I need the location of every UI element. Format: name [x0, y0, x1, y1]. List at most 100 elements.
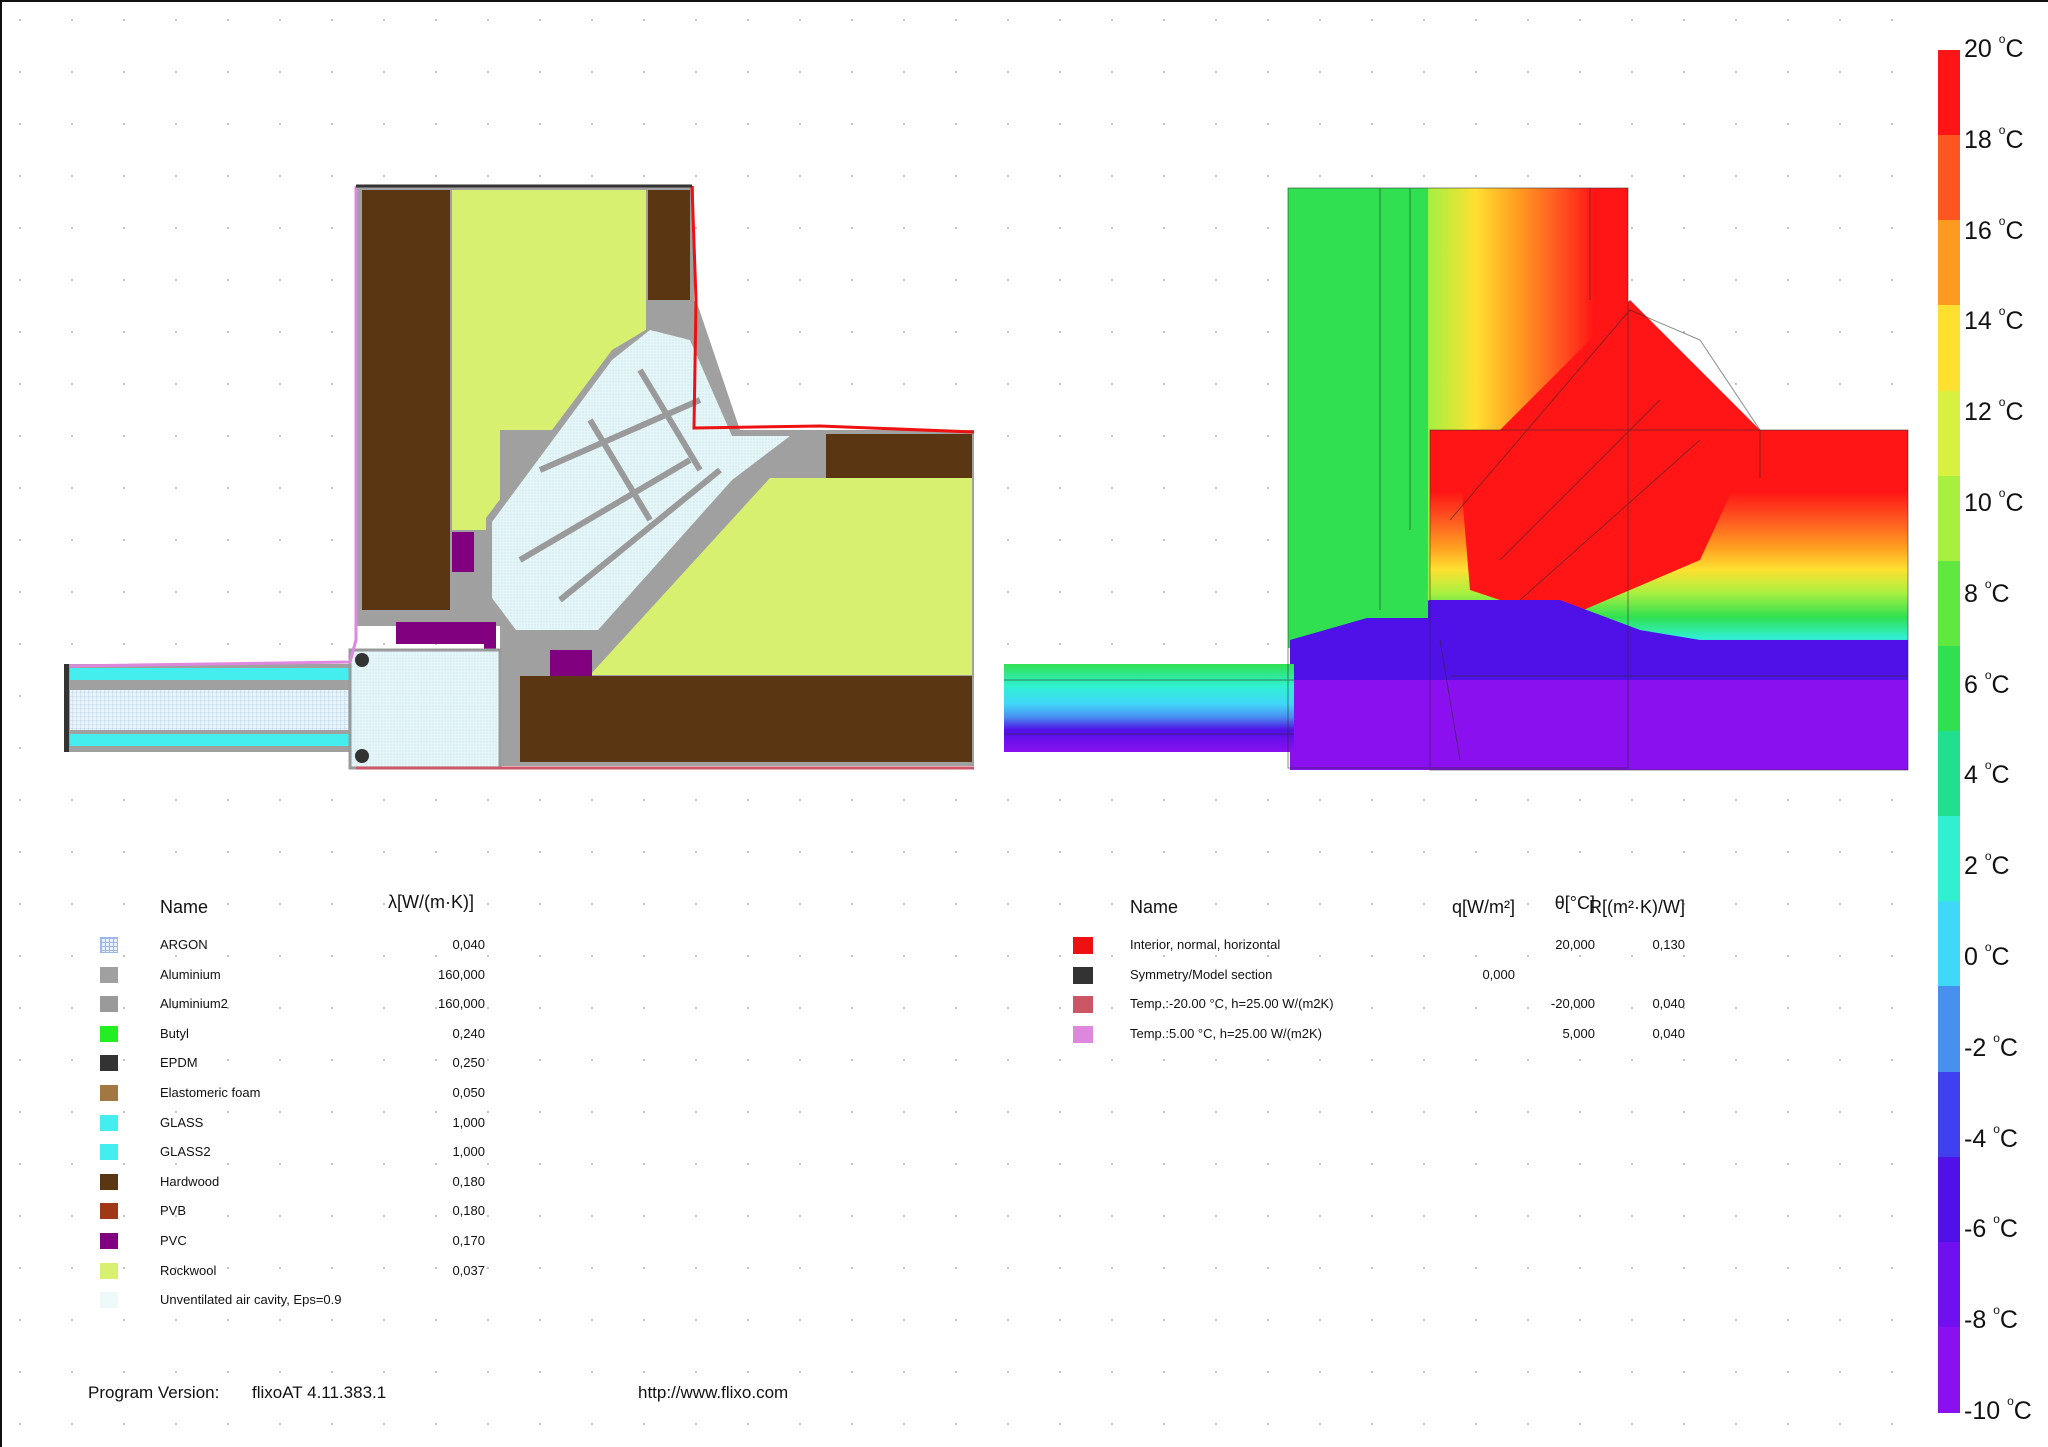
scale-tick-label: 2 oC: [1964, 849, 2010, 881]
bc-theta-value: -20,000: [1550, 996, 1595, 1012]
scale-segment: [1938, 816, 1960, 903]
material-swatch: [100, 1233, 118, 1249]
bc-header-q: q[W/m²]: [1452, 897, 1515, 917]
boundary-condition-row: Interior, normal, horizontal 20,000 0,130: [1065, 935, 1685, 955]
scale-tick-label: -8 oC: [1964, 1303, 2018, 1335]
material-row: Elastomeric foam 0,050: [100, 1083, 500, 1103]
material-lambda: 0,240: [452, 1025, 485, 1041]
material-name: Rockwool: [160, 1262, 217, 1278]
material-row: Butyl 0,240: [100, 1024, 500, 1044]
scale-segment: [1938, 305, 1960, 392]
material-name: ARGON: [160, 937, 208, 952]
scale-tick-label: -10 oC: [1964, 1394, 2032, 1425]
thermal-drawings: [10, 10, 1920, 1440]
material-swatch: [100, 1085, 118, 1101]
bc-theta-value: 20,000: [1555, 937, 1595, 952]
scale-tick-label: -4 oC: [1964, 1121, 2018, 1153]
material-name: Hardwood: [160, 1173, 220, 1189]
material-name: Aluminium: [160, 966, 221, 982]
scale-segment: [1938, 731, 1960, 818]
website-link[interactable]: http://www.flixo.com: [638, 1383, 788, 1403]
scale-tick-label: 14 oC: [1964, 304, 2024, 336]
bc-swatch: [1073, 1025, 1093, 1043]
scale-tick-label: 10 oC: [1964, 486, 2024, 517]
scale-tick-label: 4 oC: [1964, 758, 2010, 790]
bc-swatch: [1073, 966, 1093, 984]
material-row: ARGON 0,040: [100, 935, 500, 955]
material-name: EPDM: [160, 1055, 198, 1071]
material-lambda: 160,000: [438, 996, 485, 1012]
bc-name: Symmetry/Model section: [1130, 966, 1273, 982]
scale-segment: [1938, 645, 1960, 732]
bc-r-value: 0,040: [1652, 1025, 1685, 1041]
material-swatch: [100, 1025, 118, 1042]
material-lambda: 0,037: [452, 1262, 485, 1278]
material-row: Hardwood 0,180: [100, 1172, 500, 1192]
material-row: PVC 0,170: [100, 1231, 500, 1251]
scale-tick-label: 20 oC: [1964, 32, 2024, 63]
material-name: Aluminium2: [160, 996, 228, 1012]
scale-segment: [1938, 475, 1960, 562]
material-name: GLASS: [160, 1114, 204, 1130]
material-row: Rockwool 0,037: [100, 1261, 500, 1281]
material-row: EPDM 0,250: [100, 1053, 500, 1073]
materials-header-lambda: λ[W/(m·K)]: [388, 892, 474, 912]
material-lambda: 0,180: [452, 1173, 485, 1189]
material-swatch: [100, 937, 118, 953]
material-lambda: 1,000: [452, 1144, 485, 1160]
material-name: Unventilated air cavity, Eps=0.9: [160, 1292, 342, 1308]
bc-swatch: [1073, 937, 1093, 954]
scale-tick-label: 0 oC: [1964, 940, 2010, 971]
material-name: Butyl: [160, 1025, 189, 1041]
scale-segment: [1938, 901, 1960, 988]
material-swatch: [100, 966, 118, 983]
materials-header-name: Name: [160, 897, 209, 917]
scale-segment: [1938, 1071, 1960, 1158]
scale-tick-label: 16 oC: [1964, 213, 2024, 245]
scale-segment: [1938, 986, 1960, 1073]
scale-segment: [1938, 50, 1960, 137]
material-swatch: [100, 1055, 118, 1072]
bc-header-name: Name: [1130, 897, 1179, 917]
material-lambda: 0,180: [452, 1203, 485, 1219]
material-lambda: 1,000: [452, 1114, 485, 1130]
material-name: PVB: [160, 1203, 187, 1219]
material-row: Unventilated air cavity, Eps=0.9: [100, 1290, 500, 1310]
bc-name: Interior, normal, horizontal: [1130, 937, 1281, 952]
material-swatch: [100, 1292, 118, 1309]
material-lambda: 0,040: [452, 937, 485, 952]
material-swatch: [100, 1262, 118, 1279]
version-label: Program Version:: [88, 1383, 220, 1402]
scale-tick-label: 18 oC: [1964, 122, 2024, 154]
material-name: GLASS2: [160, 1144, 211, 1160]
material-name: PVC: [160, 1233, 187, 1248]
scale-segment: [1938, 560, 1960, 647]
material-swatch: [100, 1144, 118, 1161]
material-row: PVB 0,180: [100, 1201, 500, 1221]
material-row: GLASS2 1,000: [100, 1142, 500, 1162]
bc-r-value: 0,130: [1652, 937, 1685, 952]
boundary-condition-row: Symmetry/Model section 0,000: [1065, 965, 1685, 985]
scale-tick-label: 12 oC: [1964, 395, 2024, 427]
scale-segment: [1938, 220, 1960, 307]
material-row: Aluminium 160,000: [100, 965, 500, 985]
material-lambda: 0,050: [452, 1085, 485, 1100]
scale-segment: [1938, 390, 1960, 477]
material-swatch: [100, 996, 118, 1013]
bc-header-r: R[(m²·K)/W]: [1589, 897, 1685, 917]
boundary-condition-row: Temp.:5.00 °C, h=25.00 W/(m2K) 5,000 0,040: [1065, 1024, 1685, 1044]
version-value: flixoAT 4.11.383.1: [252, 1383, 387, 1402]
material-swatch: [100, 1173, 118, 1190]
scale-tick-label: -6 oC: [1964, 1212, 2018, 1244]
boundary-condition-row: Temp.:-20.00 °C, h=25.00 W/(m2K) -20,000 0…: [1065, 994, 1685, 1014]
material-lambda: 160,000: [438, 966, 485, 982]
bc-name: Temp.:5.00 °C, h=25.00 W/(m2K): [1130, 1025, 1322, 1041]
bc-name: Temp.:-20.00 °C, h=25.00 W/(m2K): [1130, 996, 1334, 1012]
scale-segment: [1938, 1326, 1960, 1413]
temperature-color-scale: [1938, 50, 1960, 1413]
bc-r-value: 0,040: [1652, 996, 1685, 1012]
scale-segment: [1938, 1156, 1960, 1243]
scale-segment: [1938, 135, 1960, 222]
scale-tick-label: 6 oC: [1964, 667, 2010, 699]
material-swatch: [100, 1203, 118, 1220]
